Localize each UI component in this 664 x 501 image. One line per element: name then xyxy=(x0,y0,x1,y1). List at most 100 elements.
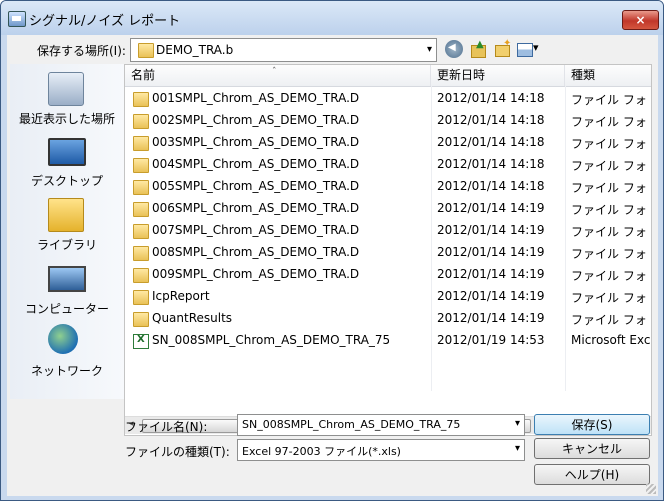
place-label: ネットワーク xyxy=(30,364,103,378)
filetype-select[interactable]: Excel 97-2003 ファイル(*.xls) ▾ xyxy=(237,439,525,461)
computer-icon xyxy=(48,266,86,292)
file-name: 002SMPL_Chrom_AS_DEMO_TRA.D xyxy=(152,113,360,127)
cancel-button[interactable]: キャンセル xyxy=(534,438,650,459)
file-name: IcpReport xyxy=(152,289,210,303)
place-label: デスクトップ xyxy=(30,174,103,188)
folder-icon xyxy=(133,114,149,129)
chevron-down-icon: ▾ xyxy=(426,44,432,55)
new-folder-icon[interactable] xyxy=(493,38,511,58)
back-icon[interactable] xyxy=(445,40,463,58)
list-item[interactable]: 009SMPL_Chrom_AS_DEMO_TRA.D 2012/01/14 1… xyxy=(125,264,651,286)
list-item[interactable]: 003SMPL_Chrom_AS_DEMO_TRA.D 2012/01/14 1… xyxy=(125,132,651,154)
folder-icon xyxy=(133,158,149,173)
list-item[interactable]: 001SMPL_Chrom_AS_DEMO_TRA.D 2012/01/14 1… xyxy=(125,88,651,110)
filename-value[interactable]: SN_008SMPL_Chrom_AS_DEMO_TRA_75 xyxy=(242,418,460,431)
place-label: ライブラリ xyxy=(36,238,97,252)
excel-file-icon xyxy=(133,334,149,349)
up-folder-icon[interactable] xyxy=(469,39,487,58)
column-header-name[interactable]: 名前 ˆ xyxy=(125,65,431,86)
desktop-icon xyxy=(48,138,86,166)
folder-icon xyxy=(138,43,154,58)
window-icon xyxy=(8,11,26,27)
list-header: 名前 ˆ 更新日時 種類 xyxy=(125,65,651,87)
list-item[interactable]: 008SMPL_Chrom_AS_DEMO_TRA.D 2012/01/14 1… xyxy=(125,242,651,264)
file-type: ファイル フォ xyxy=(571,225,647,239)
column-header-label: 更新日時 xyxy=(437,68,486,82)
file-name: 005SMPL_Chrom_AS_DEMO_TRA.D xyxy=(152,179,360,193)
list-item[interactable]: 006SMPL_Chrom_AS_DEMO_TRA.D 2012/01/14 1… xyxy=(125,198,651,220)
column-header-date[interactable]: 更新日時 xyxy=(431,65,565,86)
places-bar: 最近表示した場所 デスクトップ ライブラリ コンピューター ネットワーク xyxy=(10,64,124,399)
recent-places-icon xyxy=(48,72,84,106)
file-name: 008SMPL_Chrom_AS_DEMO_TRA.D xyxy=(152,245,360,259)
file-date: 2012/01/14 14:18 xyxy=(437,157,545,171)
file-name: QuantResults xyxy=(152,311,233,325)
place-label: 最近表示した場所 xyxy=(18,112,115,126)
save-in-value: DEMO_TRA.b xyxy=(156,43,234,57)
folder-icon xyxy=(133,246,149,261)
place-library[interactable]: ライブラリ xyxy=(10,198,124,258)
place-desktop[interactable]: デスクトップ xyxy=(10,134,124,194)
place-recent[interactable]: 最近表示した場所 xyxy=(10,72,124,132)
file-name: 003SMPL_Chrom_AS_DEMO_TRA.D xyxy=(152,135,360,149)
file-type: ファイル フォ xyxy=(571,137,647,151)
file-date: 2012/01/14 14:18 xyxy=(437,135,545,149)
file-name: 007SMPL_Chrom_AS_DEMO_TRA.D xyxy=(152,223,360,237)
column-header-type[interactable]: 種類 xyxy=(565,65,651,86)
file-type: Microsoft Exc xyxy=(571,333,651,347)
file-date: 2012/01/14 14:18 xyxy=(437,179,545,193)
close-button[interactable]: × xyxy=(622,10,659,30)
library-icon xyxy=(48,198,84,232)
file-name: 006SMPL_Chrom_AS_DEMO_TRA.D xyxy=(152,201,360,215)
list-item[interactable]: 004SMPL_Chrom_AS_DEMO_TRA.D 2012/01/14 1… xyxy=(125,154,651,176)
file-date: 2012/01/14 14:19 xyxy=(437,267,545,281)
title-bar[interactable]: シグナル/ノイズ レポート × xyxy=(1,1,663,35)
file-date: 2012/01/14 14:19 xyxy=(437,311,545,325)
file-name: SN_008SMPL_Chrom_AS_DEMO_TRA_75 xyxy=(152,333,391,347)
list-item[interactable]: QuantResults 2012/01/14 14:19 ファイル フォ xyxy=(125,308,651,330)
chevron-down-icon[interactable]: ▾ xyxy=(515,418,520,429)
save-button[interactable]: 保存(S) xyxy=(534,414,650,435)
file-type: ファイル フォ xyxy=(571,203,647,217)
place-computer[interactable]: コンピューター xyxy=(10,262,124,322)
folder-icon xyxy=(133,180,149,195)
file-type: ファイル フォ xyxy=(571,313,647,327)
file-date: 2012/01/14 14:19 xyxy=(437,245,545,259)
file-date: 2012/01/19 14:53 xyxy=(437,333,545,347)
save-in-label: 保存する場所(I): xyxy=(37,44,126,58)
save-in-dropdown[interactable]: DEMO_TRA.b ▾ xyxy=(130,38,437,62)
file-type: ファイル フォ xyxy=(571,269,647,283)
folder-icon xyxy=(133,290,149,305)
file-list[interactable]: 名前 ˆ 更新日時 種類 001SMPL_Chrom_AS_DEMO_TRA.D… xyxy=(124,64,652,436)
file-date: 2012/01/14 14:19 xyxy=(437,223,545,237)
folder-icon xyxy=(133,136,149,151)
views-menu-icon[interactable] xyxy=(516,40,542,58)
filename-combobox[interactable]: SN_008SMPL_Chrom_AS_DEMO_TRA_75 ▾ xyxy=(237,414,525,436)
file-type: ファイル フォ xyxy=(571,291,647,305)
file-type: ファイル フォ xyxy=(571,181,647,195)
list-item[interactable]: 002SMPL_Chrom_AS_DEMO_TRA.D 2012/01/14 1… xyxy=(125,110,651,132)
list-item[interactable]: SN_008SMPL_Chrom_AS_DEMO_TRA_75 2012/01/… xyxy=(125,330,651,352)
help-button[interactable]: ヘルプ(H) xyxy=(534,464,650,485)
file-date: 2012/01/14 14:19 xyxy=(437,201,545,215)
column-header-label: 種類 xyxy=(571,68,596,82)
list-item[interactable]: IcpReport 2012/01/14 14:19 ファイル フォ xyxy=(125,286,651,308)
list-item[interactable]: 007SMPL_Chrom_AS_DEMO_TRA.D 2012/01/14 1… xyxy=(125,220,651,242)
folder-icon xyxy=(133,268,149,283)
filetype-label: ファイルの種類(T): xyxy=(125,445,230,459)
filename-label: ファイル名(N): xyxy=(125,420,208,434)
file-name: 009SMPL_Chrom_AS_DEMO_TRA.D xyxy=(152,267,360,281)
window-title: シグナル/ノイズ レポート xyxy=(29,14,181,29)
file-name: 004SMPL_Chrom_AS_DEMO_TRA.D xyxy=(152,157,360,171)
file-type: ファイル フォ xyxy=(571,247,647,261)
file-type: ファイル フォ xyxy=(571,115,647,129)
chevron-down-icon[interactable]: ▾ xyxy=(515,443,520,454)
file-type: ファイル フォ xyxy=(571,93,647,107)
network-icon xyxy=(48,324,78,354)
list-item[interactable]: 005SMPL_Chrom_AS_DEMO_TRA.D 2012/01/14 1… xyxy=(125,176,651,198)
resize-grip-icon[interactable] xyxy=(646,484,656,494)
place-network[interactable]: ネットワーク xyxy=(10,324,124,384)
folder-icon xyxy=(133,224,149,239)
file-type: ファイル フォ xyxy=(571,159,647,173)
sort-ascending-icon: ˆ xyxy=(272,67,277,77)
